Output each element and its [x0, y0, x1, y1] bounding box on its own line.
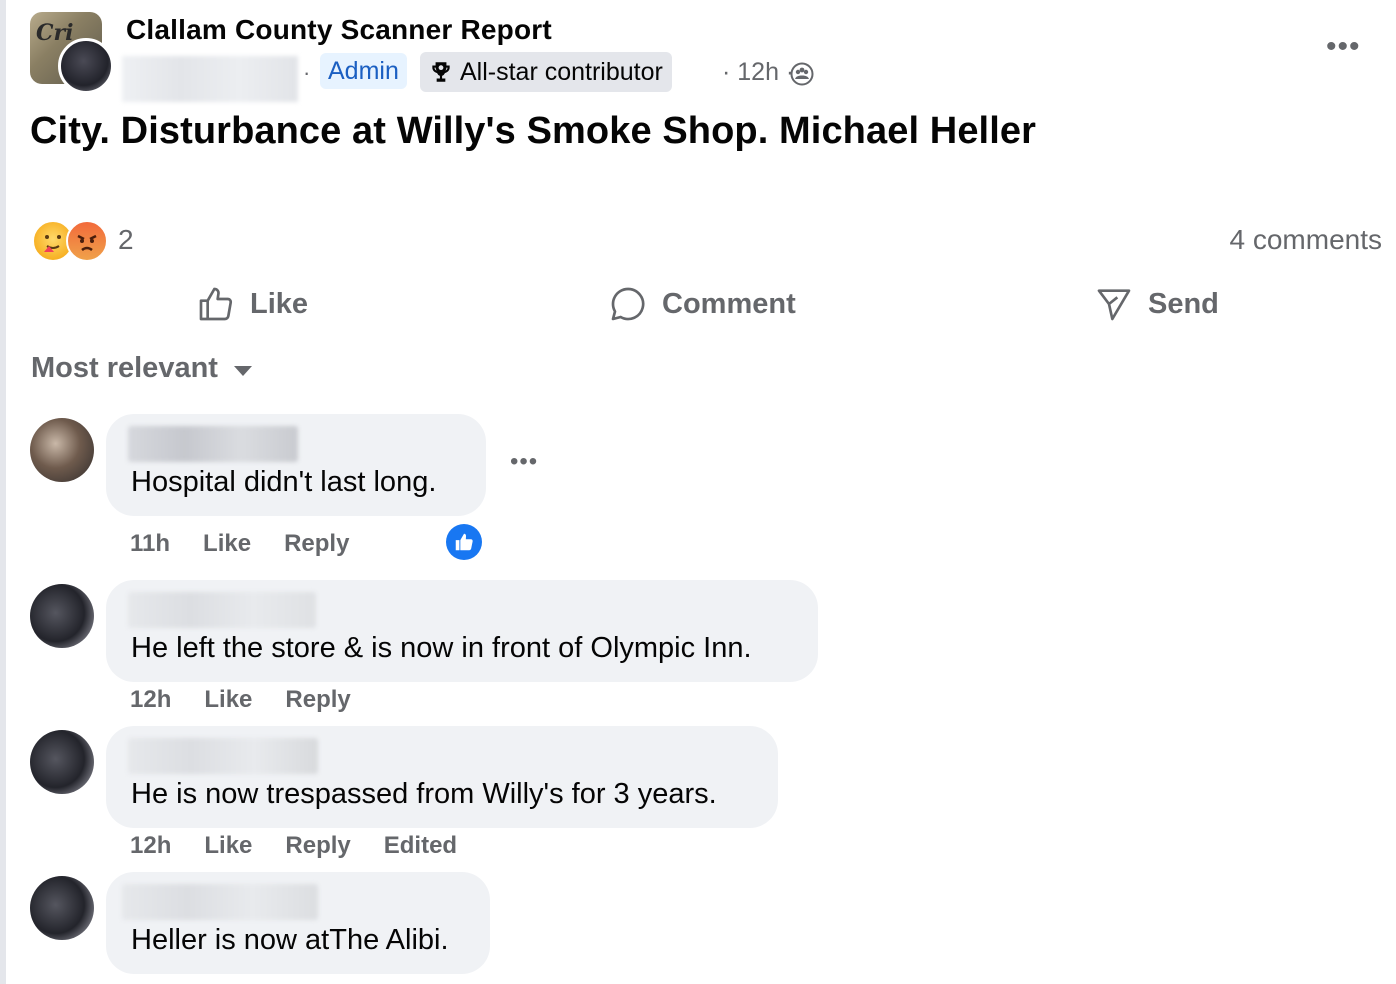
admin-badge: Admin — [320, 53, 407, 89]
comment-button[interactable]: Comment — [608, 282, 796, 326]
post-more-icon[interactable]: ••• — [1326, 30, 1361, 64]
send-icon — [1097, 289, 1131, 321]
comment-like-button[interactable]: Like — [204, 686, 252, 714]
comment-text: He is now trespassed from Willy's for 3 … — [131, 778, 717, 810]
comment-time[interactable]: 12h — [130, 686, 171, 714]
comment-like-button[interactable]: Like — [204, 832, 252, 860]
trophy-icon — [432, 62, 450, 82]
comment-bubble[interactable]: Heller is now atThe Alibi. — [106, 872, 490, 974]
comment-like-button[interactable]: Like — [203, 530, 251, 558]
thumbs-up-icon — [199, 287, 233, 321]
separator: · — [303, 60, 311, 85]
comment-bubble[interactable]: He left the store & is now in front of O… — [106, 580, 818, 682]
comment-more-icon[interactable]: ••• — [510, 448, 538, 476]
comment-reply-button[interactable]: Reply — [284, 530, 349, 558]
comment-text: Hospital didn't last long. — [131, 466, 437, 498]
author-avatar[interactable] — [58, 38, 114, 94]
comment-text: Heller is now atThe Alibi. — [131, 924, 449, 956]
comment-time[interactable]: 12h — [130, 832, 171, 860]
like-label: Like — [250, 287, 309, 320]
comment-meta: 12h Like Reply Edited — [130, 832, 457, 860]
comment-meta: 11h Like Reply — [130, 530, 349, 558]
comment-bubble[interactable]: Hospital didn't last long. — [106, 414, 486, 516]
caret-down-icon — [233, 365, 252, 376]
commenter-avatar[interactable] — [30, 418, 94, 482]
group-members-icon — [790, 62, 814, 86]
author-name-redacted[interactable] — [122, 56, 298, 102]
send-label: Send — [1148, 287, 1219, 320]
all-star-label: All-star contributor — [460, 58, 663, 86]
comment-bubble[interactable]: He is now trespassed from Willy's for 3 … — [106, 726, 778, 828]
commenter-name-redacted[interactable] — [128, 426, 298, 462]
commenter-name-redacted[interactable] — [128, 592, 316, 628]
commenter-name-redacted[interactable] — [122, 884, 318, 920]
comment-bubble-icon — [611, 287, 645, 321]
commenter-name-redacted[interactable] — [128, 738, 318, 774]
post-body: City. Disturbance at Willy's Smoke Shop.… — [30, 110, 1036, 152]
comment-reply-button[interactable]: Reply — [285, 686, 350, 714]
like-button[interactable]: Like — [196, 282, 308, 326]
comment-time[interactable]: 11h — [130, 530, 170, 558]
like-reaction-badge[interactable] — [446, 524, 482, 560]
commenter-avatar[interactable] — [30, 730, 94, 794]
comments-count[interactable]: 4 comments — [1230, 224, 1383, 256]
comment-meta: 12h Like Reply — [130, 686, 351, 714]
reaction-summary[interactable] — [32, 220, 112, 262]
reaction-count[interactable]: 2 — [118, 224, 134, 256]
post-time[interactable]: · 12h · — [722, 58, 794, 87]
group-name[interactable]: Clallam County Scanner Report — [126, 14, 552, 46]
angry-reaction-icon — [66, 220, 108, 262]
comment-text: He left the store & is now in front of O… — [131, 632, 752, 664]
thumbs-up-icon — [455, 533, 473, 551]
all-star-contributor-badge: All-star contributor — [420, 52, 672, 92]
left-edge — [0, 0, 6, 984]
comment-reply-button[interactable]: Reply — [285, 832, 350, 860]
send-button[interactable]: Send — [1094, 282, 1219, 326]
group-avatar-art: Cri — [36, 20, 74, 46]
comment-sort-dropdown[interactable]: Most relevant — [31, 352, 252, 385]
comment-edited-label[interactable]: Edited — [384, 832, 457, 860]
sort-label: Most relevant — [31, 352, 218, 384]
comment-label: Comment — [662, 287, 796, 320]
commenter-avatar[interactable] — [30, 584, 94, 648]
commenter-avatar[interactable] — [30, 876, 94, 940]
